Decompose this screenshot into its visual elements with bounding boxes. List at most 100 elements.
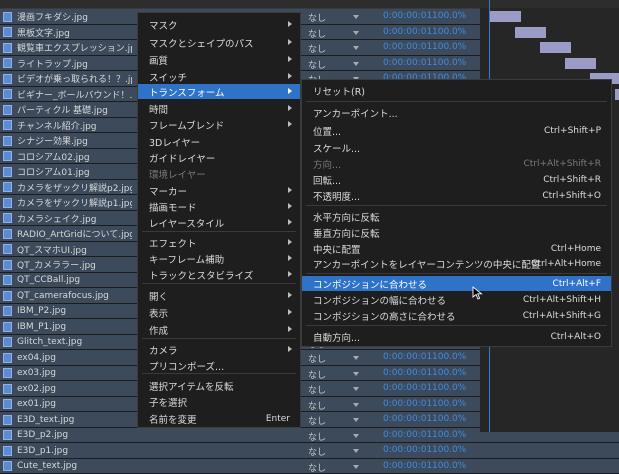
layer-duration-bar[interactable] bbox=[490, 11, 521, 22]
layer-duration[interactable]: 0:00:00:01 bbox=[383, 42, 432, 52]
parent-dropdown[interactable]: なし bbox=[308, 368, 363, 381]
transform-menu-item[interactable]: 位置...Ctrl+Shift+P bbox=[302, 123, 611, 138]
parent-dropdown[interactable]: なし bbox=[308, 461, 363, 474]
transform-menu-item[interactable]: アンカーポイントをレイヤーコンテンツの中央に配置Ctrl+Alt+Home bbox=[302, 256, 611, 271]
context-menu-item[interactable]: エフェクト bbox=[138, 235, 300, 250]
context-menu-item[interactable]: マスク bbox=[138, 17, 300, 32]
context-menu-item[interactable]: スイッチ bbox=[138, 69, 300, 84]
layer-duration-bar[interactable] bbox=[565, 58, 596, 69]
context-menu-item-label: マスクとシェイプのパス bbox=[149, 36, 254, 50]
context-menu-item[interactable]: ガイドレイヤー bbox=[138, 150, 300, 165]
context-menu-item[interactable]: 選択アイテムを反転 bbox=[138, 378, 300, 393]
layer-name-cell: ex02.jpg bbox=[0, 381, 132, 396]
layer-duration[interactable]: 0:00:00:01 bbox=[383, 414, 432, 424]
layer-stretch[interactable]: 100.0% bbox=[432, 445, 466, 455]
layer-stretch[interactable]: 100.0% bbox=[432, 11, 466, 21]
transform-menu-item[interactable]: スケール... bbox=[302, 140, 611, 155]
layer-duration[interactable]: 0:00:00:01 bbox=[383, 383, 432, 393]
layer-duration[interactable]: 0:00:00:01 bbox=[383, 399, 432, 409]
context-menu-item[interactable]: 表示 bbox=[138, 305, 300, 320]
context-menu-item[interactable]: カメラ bbox=[138, 342, 300, 357]
layer-duration-bar[interactable] bbox=[615, 89, 619, 100]
layer-duration[interactable]: 0:00:00:01 bbox=[383, 352, 432, 362]
layer-duration[interactable]: 0:00:00:01 bbox=[383, 11, 432, 21]
parent-dropdown[interactable]: なし bbox=[308, 352, 363, 365]
shortcut-label: Ctrl+Shift+P bbox=[544, 126, 601, 136]
layer-name-cell: QT_カメララー.jpg bbox=[0, 257, 132, 272]
context-menu-item[interactable]: キーフレーム補助 bbox=[138, 251, 300, 266]
layer-stretch[interactable]: 100.0% bbox=[432, 414, 466, 424]
layer-duration[interactable]: 0:00:00:01 bbox=[383, 461, 432, 471]
context-menu-item[interactable]: 子を選択 bbox=[138, 394, 300, 409]
layer-stretch[interactable]: 100.0% bbox=[432, 399, 466, 409]
layer-duration-bar[interactable] bbox=[540, 42, 571, 53]
transform-menu-item-label: 自動方向... bbox=[313, 330, 360, 344]
layer-stretch[interactable]: 100.0% bbox=[432, 461, 466, 471]
context-menu-item[interactable]: レイヤースタイル bbox=[138, 215, 300, 230]
layer-stretch[interactable]: 100.0% bbox=[432, 42, 466, 52]
layer-duration[interactable]: 0:00:00:01 bbox=[383, 445, 432, 455]
context-menu-item[interactable]: マスクとシェイプのパス bbox=[138, 35, 300, 50]
layer-stretch[interactable]: 100.0% bbox=[432, 430, 466, 440]
transform-menu-item[interactable]: 垂直方向に反転 bbox=[302, 225, 611, 240]
context-menu-item[interactable]: 開く bbox=[138, 288, 300, 303]
layer-name: ビギナー_ボールバウンド！.jpg bbox=[17, 88, 132, 101]
context-menu-item[interactable]: トランスフォーム bbox=[138, 84, 300, 99]
transform-menu-item[interactable]: 不透明度...Ctrl+Shift+O bbox=[302, 188, 611, 203]
layer-stretch[interactable]: 100.0% bbox=[432, 58, 466, 68]
transform-menu-item[interactable]: コンポジションの幅に合わせるCtrl+Alt+Shift+H bbox=[302, 292, 611, 307]
context-menu-item[interactable]: 名前を変更Enter bbox=[138, 411, 300, 426]
context-menu-item[interactable]: 作成 bbox=[138, 322, 300, 337]
layer-name: カメラをザックリ解説p2.jpg bbox=[17, 181, 132, 194]
layer-stretch[interactable]: 100.0% bbox=[432, 27, 466, 37]
parent-dropdown[interactable]: なし bbox=[308, 27, 363, 40]
transform-menu-item[interactable]: 回転...Ctrl+Shift+R bbox=[302, 172, 611, 187]
parent-dropdown[interactable]: なし bbox=[308, 58, 363, 71]
layer-name-cell: ライトラップ.jpg bbox=[0, 56, 132, 71]
layer-name-cell: ビデオが乗っ取られる！？.jpg bbox=[0, 71, 132, 86]
layer-duration-bar[interactable] bbox=[515, 27, 546, 38]
context-menu-item[interactable]: 時間 bbox=[138, 101, 300, 116]
parent-dropdown[interactable]: なし bbox=[308, 11, 363, 24]
layer-row[interactable]: Cute_text.jpgなし0:00:00:01100.0% bbox=[0, 459, 619, 474]
context-menu-item[interactable]: マーカー bbox=[138, 183, 300, 198]
layer-stretch[interactable]: 100.0% bbox=[432, 352, 466, 362]
layer-name-cell: コロシアム02.jpg bbox=[0, 149, 132, 164]
layer-duration[interactable]: 0:00:00:01 bbox=[383, 430, 432, 440]
layer-duration[interactable]: 0:00:00:01 bbox=[383, 368, 432, 378]
transform-menu-item[interactable]: 自動方向...Ctrl+Alt+O bbox=[302, 329, 611, 344]
image-file-icon bbox=[3, 399, 12, 409]
context-menu-item[interactable]: 描画モード bbox=[138, 199, 300, 214]
context-menu-item[interactable]: プリコンポーズ... bbox=[138, 358, 300, 373]
context-menu-item[interactable]: 3Dレイヤー bbox=[138, 134, 300, 149]
context-menu-item[interactable]: 画質 bbox=[138, 52, 300, 67]
layer-duration[interactable]: 0:00:00:01 bbox=[383, 27, 432, 37]
layer-name: QT_スマホUI.jpg bbox=[17, 243, 87, 256]
parent-dropdown[interactable]: なし bbox=[308, 414, 363, 427]
layer-row[interactable]: E3D_p1.jpgなし0:00:00:01100.0% bbox=[0, 443, 619, 459]
context-menu-item[interactable]: フレームブレンド bbox=[138, 117, 300, 132]
parent-dropdown[interactable]: なし bbox=[308, 399, 363, 412]
parent-dropdown[interactable]: なし bbox=[308, 445, 363, 458]
parent-dropdown[interactable]: なし bbox=[308, 430, 363, 443]
shortcut-label: Ctrl+Alt+F bbox=[553, 279, 601, 289]
transform-menu-item[interactable]: 水平方向に反転 bbox=[302, 209, 611, 224]
transform-menu-item[interactable]: アンカーポイント... bbox=[302, 105, 611, 120]
layer-stretch[interactable]: 100.0% bbox=[432, 383, 466, 393]
layer-name: 漫画フキダシ.jpg bbox=[17, 10, 88, 23]
parent-dropdown[interactable]: なし bbox=[308, 383, 363, 396]
layer-name-cell: ex04.jpg bbox=[0, 350, 132, 365]
layer-name-cell: QT_スマホUI.jpg bbox=[0, 242, 132, 257]
layer-stretch[interactable]: 100.0% bbox=[432, 368, 466, 378]
context-menu-item-label: 子を選択 bbox=[149, 395, 187, 409]
layer-name-cell: ex03.jpg bbox=[0, 366, 132, 381]
transform-menu-item-label: コンポジションの幅に合わせる bbox=[313, 293, 446, 307]
transform-menu-item[interactable]: 中央に配置Ctrl+Home bbox=[302, 241, 611, 256]
transform-menu-item[interactable]: コンポジションに合わせるCtrl+Alt+F bbox=[302, 276, 611, 291]
layer-name-cell: 漫画フキダシ.jpg bbox=[0, 9, 132, 24]
parent-dropdown[interactable]: なし bbox=[308, 42, 363, 55]
transform-menu-item[interactable]: リセット(R) bbox=[302, 83, 611, 98]
layer-duration[interactable]: 0:00:00:01 bbox=[383, 58, 432, 68]
transform-menu-item[interactable]: コンポジションの高さに合わせるCtrl+Alt+Shift+G bbox=[302, 308, 611, 323]
context-menu-item[interactable]: トラックとスタビライズ bbox=[138, 267, 300, 282]
